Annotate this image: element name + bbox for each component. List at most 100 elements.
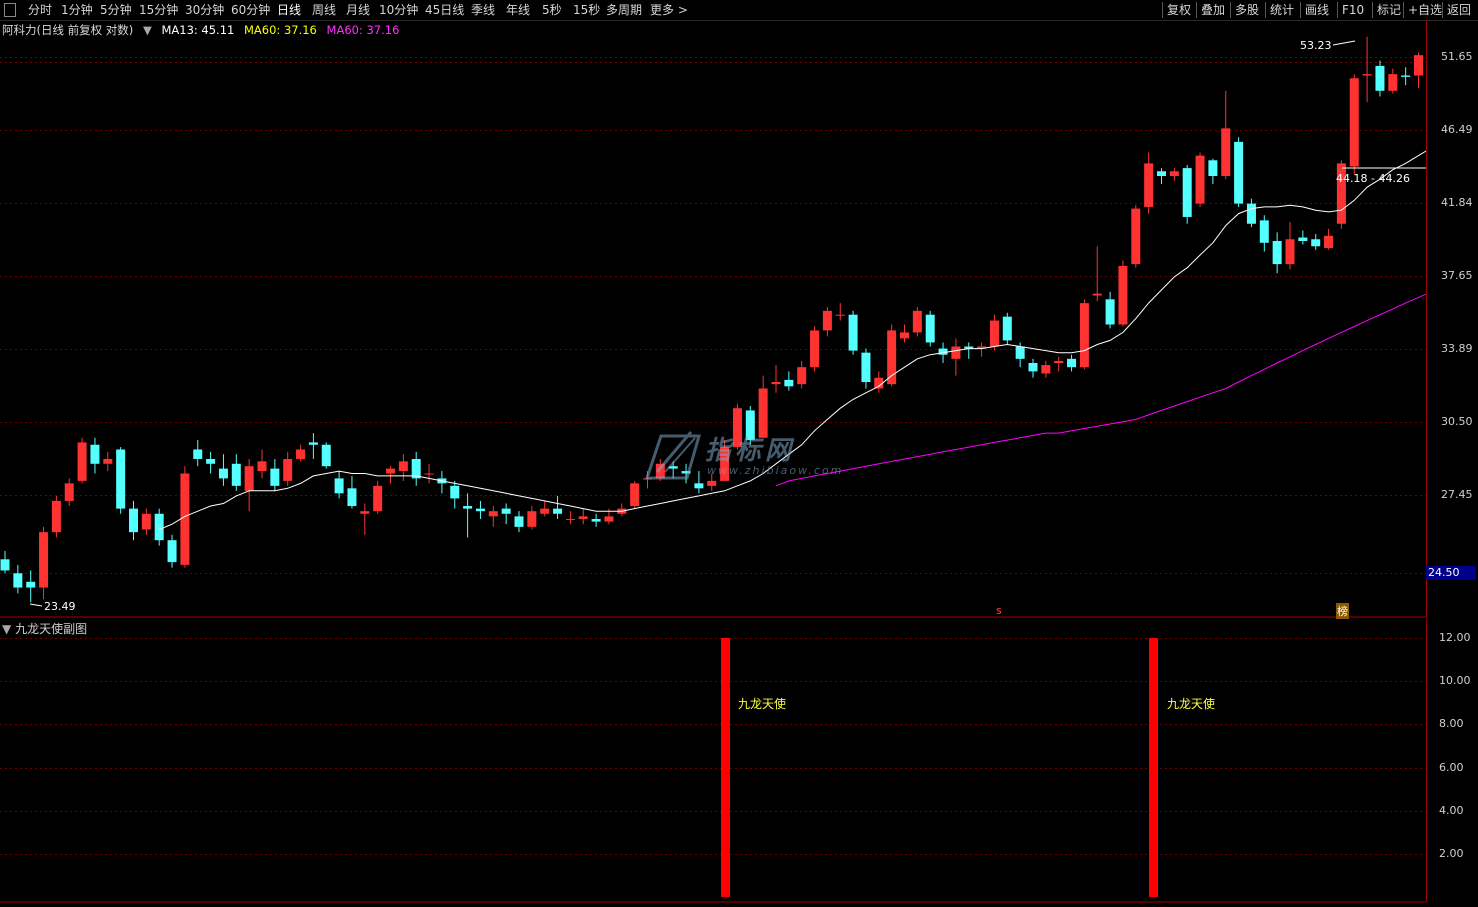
candle-body-30 <box>386 468 395 474</box>
candle-body-77 <box>989 320 999 347</box>
candle-body-60 <box>771 382 781 385</box>
candle-body-13 <box>167 540 177 563</box>
candle-body-97 <box>1246 203 1256 224</box>
marker-bang[interactable]: 榜 <box>1336 603 1349 619</box>
candle-body-41 <box>527 511 537 527</box>
signal-bar-1 <box>1149 638 1158 897</box>
candle-body-107 <box>1375 65 1385 91</box>
candle-body-93 <box>1195 155 1205 204</box>
indicator-tick-1: 10.00 <box>1439 674 1471 688</box>
candle-body-108 <box>1388 74 1398 91</box>
candle-body-83 <box>1067 358 1077 368</box>
candle-body-94 <box>1208 160 1218 177</box>
candle-body-15 <box>193 449 203 459</box>
price-tick-1: 46.49 <box>1441 123 1473 136</box>
candle-body-17 <box>218 468 228 479</box>
candle-body-43 <box>553 508 563 514</box>
candle-body-14 <box>180 473 190 565</box>
candle-body-6 <box>77 442 87 481</box>
marker-s[interactable]: s <box>996 604 1002 617</box>
candle-body-100 <box>1285 239 1295 265</box>
candle-body-63 <box>810 330 820 368</box>
candle-body-35 <box>450 485 460 499</box>
candle-body-64 <box>822 310 832 331</box>
range-annotation: 44.18 - 44.26 <box>1336 172 1410 185</box>
indicator-tick-3: 6.00 <box>1439 760 1464 774</box>
price-tick-3: 37.65 <box>1441 268 1473 282</box>
candle-body-25 <box>321 444 331 467</box>
candle-body-90 <box>1157 171 1166 177</box>
candle-body-102 <box>1311 239 1321 247</box>
candle-body-21 <box>270 468 280 486</box>
candle-body-109 <box>1401 75 1411 77</box>
candle-body-74 <box>951 346 961 359</box>
candle-body-37 <box>475 508 485 512</box>
candle-body-12 <box>154 513 164 541</box>
candle-body-81 <box>1041 365 1051 374</box>
candle-body-110 <box>1414 55 1423 76</box>
toolbar-right-8[interactable]: 返回 <box>1442 2 1471 18</box>
candle-body-49 <box>630 483 640 507</box>
candle-body-7 <box>90 444 100 464</box>
price-tick-6: 27.45 <box>1441 487 1473 501</box>
candle-body-61 <box>784 379 794 387</box>
candle-body-26 <box>334 478 344 494</box>
candle-body-65 <box>835 314 845 316</box>
candle-body-78 <box>1002 316 1012 341</box>
candle-body-40 <box>514 516 524 527</box>
price-tick-4: 33.89 <box>1441 341 1473 355</box>
candle-body-45 <box>578 516 588 519</box>
low-annotation: 23.49 <box>44 600 76 613</box>
current-price-tag: 24.50 <box>1426 566 1476 581</box>
candle-body-95 <box>1221 128 1231 177</box>
candle-body-88 <box>1131 208 1141 265</box>
candle-body-28 <box>360 511 370 514</box>
candle-body-22 <box>283 458 293 481</box>
candle-body-23 <box>296 449 306 459</box>
candle-body-4 <box>51 500 61 533</box>
candle-body-82 <box>1054 360 1064 363</box>
candle-body-99 <box>1272 241 1282 265</box>
candle-body-24 <box>308 442 318 445</box>
candle-body-2 <box>26 581 36 588</box>
candle-body-16 <box>206 458 216 464</box>
candle-body-84 <box>1079 303 1089 368</box>
watermark-url: www.zhibiaow.com <box>707 464 844 477</box>
indicator-title-text: 九龙天使副图 <box>15 622 88 636</box>
candle-body-85 <box>1092 293 1102 296</box>
candle-body-86 <box>1105 299 1115 325</box>
high-pointer-line <box>1332 40 1356 46</box>
candle-body-71 <box>912 310 922 333</box>
candle-body-73 <box>938 348 948 355</box>
candle-body-0 <box>0 559 10 571</box>
candle-body-79 <box>1015 346 1025 359</box>
candle-body-1 <box>13 573 23 588</box>
high-annotation: 53.23 <box>1300 39 1332 52</box>
candle-body-67 <box>861 352 871 383</box>
price-tick-2: 41.84 <box>1441 195 1473 209</box>
candle-body-70 <box>900 332 909 339</box>
candle-body-46 <box>591 518 601 522</box>
watermark: 指标网 www.zhibiaow.com <box>643 428 843 488</box>
candle-body-103 <box>1324 235 1334 249</box>
candle-body-42 <box>540 508 550 514</box>
candle-body-66 <box>848 314 858 351</box>
low-pointer-line <box>29 603 43 607</box>
candle-body-62 <box>797 367 807 385</box>
candle-body-33 <box>424 473 434 475</box>
candle-body-29 <box>373 485 383 512</box>
indicator-title[interactable]: ▼ 九龙天使副图 <box>2 620 87 637</box>
candle-body-80 <box>1028 362 1038 372</box>
candle-body-27 <box>347 488 357 507</box>
indicator-menu-icon[interactable]: ▼ <box>2 622 11 636</box>
candle-body-96 <box>1234 141 1244 204</box>
candle-body-72 <box>925 314 935 343</box>
watermark-text: 指标网 <box>705 436 796 466</box>
candle-body-92 <box>1182 168 1192 217</box>
candle-body-89 <box>1144 163 1154 207</box>
ma60-line <box>775 293 1426 487</box>
candle-body-3 <box>39 532 49 588</box>
candle-body-47 <box>604 516 614 522</box>
candle-body-9 <box>116 449 126 509</box>
candle-body-11 <box>141 513 151 530</box>
